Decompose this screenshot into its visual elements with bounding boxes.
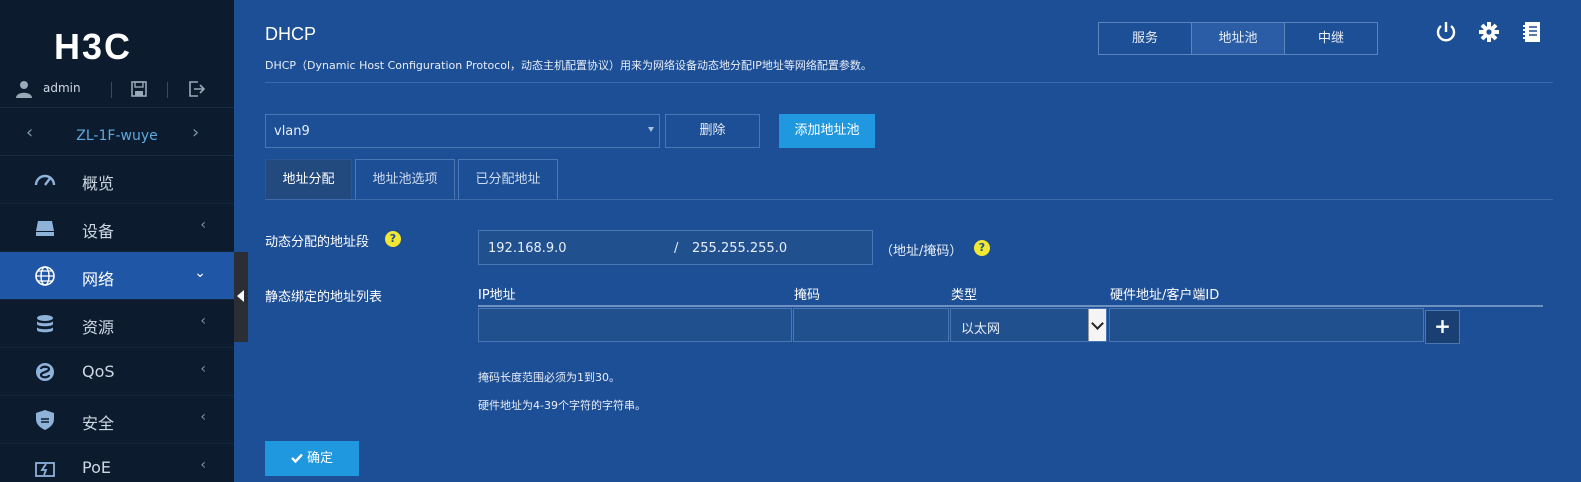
chevron-left-icon: ‹ <box>200 457 206 473</box>
qos-icon <box>36 363 54 381</box>
table-header-divider <box>478 305 1543 307</box>
page-title: DHCP <box>265 24 317 44</box>
sidebar-item-resources[interactable]: 资源 ‹ <box>0 300 234 348</box>
top-tabs: 服务 地址池 中继 <box>1098 22 1378 55</box>
mask-hint: 掩码长度范围必须为1到30。 <box>478 371 620 384</box>
chevron-left-icon: ‹ <box>200 217 206 233</box>
help-icon[interactable]: ? <box>385 231 401 247</box>
help-icon[interactable]: ? <box>974 240 990 256</box>
user-icon <box>16 81 32 98</box>
column-type: 类型 <box>951 288 978 303</box>
next-device-icon[interactable]: › <box>192 122 199 143</box>
tab-pool-options[interactable]: 地址池选项 <box>355 159 455 199</box>
username: admin <box>43 81 81 95</box>
type-select[interactable]: 以太网 <box>950 308 1107 342</box>
tab-relay[interactable]: 中继 <box>1285 23 1377 54</box>
sidebar-item-label: 概览 <box>82 174 115 193</box>
user-bar: admin <box>0 72 234 108</box>
ip-address-value: 192.168.9.0 <box>488 241 567 256</box>
sidebar-item-label: 网络 <box>82 270 115 289</box>
add-pool-button[interactable]: 添加地址池 <box>779 114 875 148</box>
chevron-down-icon <box>1088 309 1106 341</box>
page-description: DHCP（Dynamic Host Configuration Protocol… <box>265 59 872 72</box>
save-icon[interactable] <box>130 80 148 98</box>
static-binding-label: 静态绑定的地址列表 <box>265 290 383 305</box>
ip-address-input[interactable] <box>478 308 792 342</box>
column-hardware-id: 硬件地址/客户端ID <box>1110 288 1220 303</box>
type-select-value: 以太网 <box>961 322 1001 337</box>
collapse-arrow-icon <box>237 290 244 302</box>
sidebar-item-qos[interactable]: QoS ‹ <box>0 348 234 396</box>
dynamic-range-input[interactable]: 192.168.9.0 / 255.255.255.0 <box>478 230 873 265</box>
poe-icon <box>35 462 55 477</box>
confirm-label: 确定 <box>306 451 333 466</box>
hardware-hint: 硬件地址为4-39个字符的字符串。 <box>478 399 646 412</box>
sidebar-collapse-handle[interactable] <box>234 252 248 342</box>
column-mask: 掩码 <box>794 288 821 303</box>
shield-icon <box>36 410 54 430</box>
logout-icon[interactable] <box>187 80 205 98</box>
notebook-icon[interactable] <box>1520 20 1544 44</box>
sidebar: H3C admin ‹ ZL-1F-wuye › 概览 设备 ‹ 网络 ⌄ 资源… <box>0 0 234 482</box>
device-icon <box>36 221 54 236</box>
gear-icon[interactable] <box>1477 20 1501 44</box>
tab-service[interactable]: 服务 <box>1099 23 1192 54</box>
mask-value: 255.255.255.0 <box>692 241 788 256</box>
chevron-left-icon: ‹ <box>200 409 206 425</box>
divider <box>167 82 168 98</box>
pool-select[interactable]: vlan9 <box>265 114 660 148</box>
dashboard-icon <box>34 174 56 186</box>
divider <box>111 82 112 98</box>
sidebar-item-label: 设备 <box>82 222 115 241</box>
chevron-left-icon: ‹ <box>200 313 206 329</box>
check-icon <box>291 453 303 464</box>
sidebar-item-label: QoS <box>82 362 115 381</box>
range-format-note: （地址/掩码） <box>880 244 963 259</box>
dynamic-range-label: 动态分配的地址段 <box>265 235 370 250</box>
delete-pool-button[interactable]: 删除 <box>665 114 760 148</box>
add-binding-button[interactable]: + <box>1425 310 1460 344</box>
sidebar-item-overview[interactable]: 概览 <box>0 156 234 204</box>
chevron-down-icon: ⌄ <box>194 265 206 281</box>
column-ip: IP地址 <box>478 288 516 303</box>
sidebar-item-label: PoE <box>82 458 111 477</box>
mask-input[interactable] <box>793 308 949 342</box>
range-separator: / <box>674 241 679 256</box>
caret-down-icon <box>648 127 654 132</box>
power-icon[interactable] <box>1434 20 1458 44</box>
database-icon <box>37 315 53 333</box>
sidebar-item-security[interactable]: 安全 ‹ <box>0 396 234 444</box>
tab-address-pool[interactable]: 地址池 <box>1192 23 1285 54</box>
chevron-left-icon: ‹ <box>200 361 206 377</box>
device-selector: ‹ ZL-1F-wuye › <box>0 108 234 156</box>
confirm-button[interactable]: 确定 <box>265 441 359 476</box>
hardware-id-input[interactable] <box>1109 308 1424 342</box>
tab-address-allocation[interactable]: 地址分配 <box>265 159 352 199</box>
sidebar-item-poe[interactable]: PoE ‹ <box>0 444 234 482</box>
sidebar-item-device[interactable]: 设备 ‹ <box>0 204 234 252</box>
sidebar-item-network[interactable]: 网络 ⌄ <box>0 252 234 300</box>
globe-icon <box>35 266 55 286</box>
h3c-logo: H3C <box>54 26 133 67</box>
pool-select-value: vlan9 <box>274 124 310 139</box>
sidebar-item-label: 资源 <box>82 318 115 337</box>
sidebar-item-label: 安全 <box>82 414 115 433</box>
tabs-divider <box>265 199 1553 200</box>
header-divider <box>265 82 1553 83</box>
tab-allocated-addresses[interactable]: 已分配地址 <box>458 159 558 199</box>
